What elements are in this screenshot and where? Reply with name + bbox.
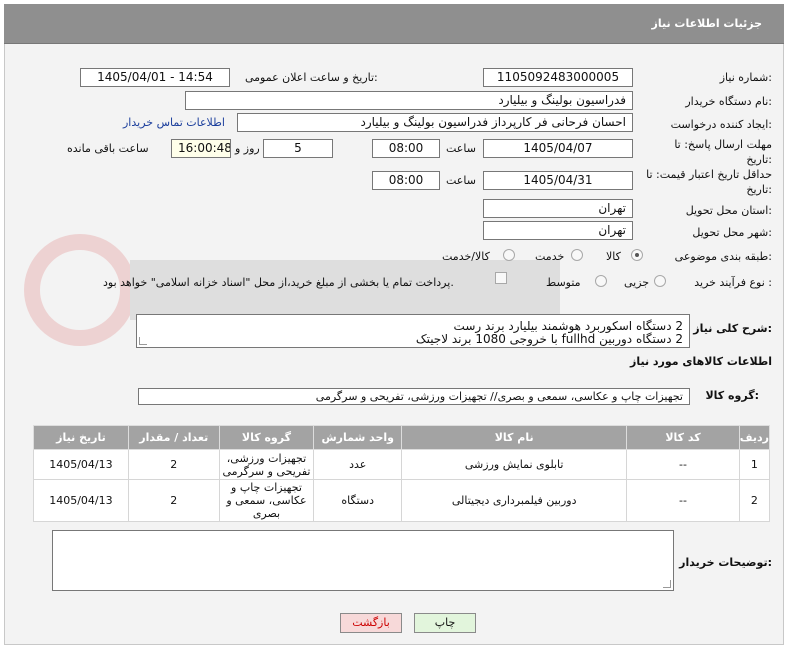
city-field: تهران <box>483 221 633 240</box>
category-goods-label: کالا <box>606 250 621 263</box>
validity-time-field: 08:00 <box>372 171 440 190</box>
goods-group-label: گروه کالا: <box>705 389 759 402</box>
city-label: شهر محل تحویل: <box>692 226 772 239</box>
deadline-time-label: ساعت <box>446 142 476 155</box>
category-label: طبقه بندی موضوعی: <box>674 250 772 263</box>
goods-group-field: تجهیزات چاپ و عکاسی، سمعی و بصری// تجهیز… <box>138 388 690 405</box>
goods-table: ردیف کد کالا نام کالا واحد شمارش گروه کا… <box>33 425 771 522</box>
process-label: نوع فرآیند خرید : <box>694 276 772 289</box>
remaining-label: ساعت باقی مانده <box>67 142 149 155</box>
table-row: 1 -- تابلوی نمایش ورزشی عدد تجهیزات ورزش… <box>33 449 771 480</box>
back-button[interactable]: بازگشت <box>340 613 402 633</box>
cell-unit: عدد <box>313 449 403 480</box>
process-medium-label: متوسط <box>546 276 581 289</box>
remaining-time-field: 16:00:48 <box>171 139 231 158</box>
col-header-group: گروه کالا <box>218 425 315 450</box>
category-both-label: کالا/خدمت <box>442 250 490 263</box>
category-service-radio[interactable] <box>571 249 583 261</box>
province-field: تهران <box>483 199 633 218</box>
description-label: شرح کلی نیاز: <box>693 322 772 335</box>
cell-group: تجهیزات ورزشی، تفریحی و سرگرمی <box>218 449 315 480</box>
validity-time-label: ساعت <box>446 174 476 187</box>
buyer-notes-label: توضیحات خریدار: <box>679 556 772 569</box>
resize-grip-icon[interactable] <box>663 580 671 588</box>
table-row: 2 -- دوربین فیلمبرداری دیجیتالی دستگاه ت… <box>33 479 771 522</box>
process-minor-radio[interactable] <box>654 275 666 287</box>
table-header-row: ردیف کد کالا نام کالا واحد شمارش گروه کا… <box>33 425 771 450</box>
buyer-notes-textarea[interactable] <box>52 530 674 591</box>
cell-index: 2 <box>738 479 771 522</box>
resize-grip-icon[interactable] <box>139 337 147 345</box>
description-line: 2 دستگاه دوربین fullhd با خروجی 1080 برن… <box>415 332 683 346</box>
days-label: روز و <box>235 142 260 155</box>
treasury-checkbox[interactable] <box>495 272 507 284</box>
treasury-note: پرداخت تمام یا بخشی از مبلغ خرید،از محل … <box>103 276 454 289</box>
category-service-label: خدمت <box>535 250 565 263</box>
requester-label: ایجاد کننده درخواست: <box>670 118 772 131</box>
print-button[interactable]: چاپ <box>414 613 476 633</box>
validity-date-field: 1405/04/31 <box>483 171 633 190</box>
page-title: جزئیات اطلاعات نیاز <box>651 17 763 30</box>
process-medium-radio[interactable] <box>595 275 607 287</box>
col-header-name: نام کالا <box>401 425 628 450</box>
description-textarea[interactable]: 2 دستگاه اسکوربرد هوشمند بیلیارد برند رس… <box>136 314 690 348</box>
cell-name: دوربین فیلمبرداری دیجیتالی <box>401 479 628 522</box>
days-field: 5 <box>263 139 333 158</box>
buyer-org-label: نام دستگاه خریدار: <box>685 95 772 108</box>
cell-code: -- <box>626 449 740 480</box>
cell-index: 1 <box>738 449 771 480</box>
col-header-index: ردیف <box>738 425 771 450</box>
announce-field: 1405/04/01 - 14:54 <box>80 68 230 87</box>
need-number-label: شماره نیاز: <box>719 71 772 84</box>
cell-date: 1405/04/13 <box>33 479 129 522</box>
cell-group: تجهیزات چاپ و عکاسی، سمعی و بصری <box>218 479 315 522</box>
buyer-contact-link[interactable]: اطلاعات تماس خریدار <box>123 116 225 129</box>
col-header-date: تاریخ نیاز <box>33 425 129 450</box>
col-header-unit: واحد شمارش <box>313 425 403 450</box>
cell-code: -- <box>626 479 740 522</box>
cell-qty: 2 <box>127 479 220 522</box>
cell-qty: 2 <box>127 449 220 480</box>
goods-section-title: اطلاعات کالاهای مورد نیاز <box>630 355 772 368</box>
category-both-radio[interactable] <box>503 249 515 261</box>
cell-date: 1405/04/13 <box>33 449 129 480</box>
buyer-org-field: فدراسیون بولینگ و بیلیارد <box>185 91 633 110</box>
category-goods-radio[interactable] <box>631 249 643 261</box>
deadline-time-field: 08:00 <box>372 139 440 158</box>
deadline-label: مهلت ارسال پاسخ: تا تاریخ: <box>674 138 772 166</box>
province-label: استان محل تحویل: <box>685 204 772 217</box>
validity-label: حداقل تاریخ اعتبار قیمت: تا تاریخ: <box>646 168 772 196</box>
cell-name: تابلوی نمایش ورزشی <box>401 449 628 480</box>
col-header-qty: تعداد / مقدار <box>127 425 220 450</box>
cell-unit: دستگاه <box>313 479 403 522</box>
title-bar: جزئیات اطلاعات نیاز <box>4 4 784 44</box>
requester-field: احسان فرحانی فر کارپرداز فدراسیون بولینگ… <box>237 113 633 132</box>
deadline-date-field: 1405/04/07 <box>483 139 633 158</box>
col-header-code: کد کالا <box>626 425 740 450</box>
need-number-field: 1105092483000005 <box>483 68 633 87</box>
process-minor-label: جزیی <box>624 276 650 289</box>
announce-label: تاریخ و ساعت اعلان عمومی: <box>245 71 378 84</box>
